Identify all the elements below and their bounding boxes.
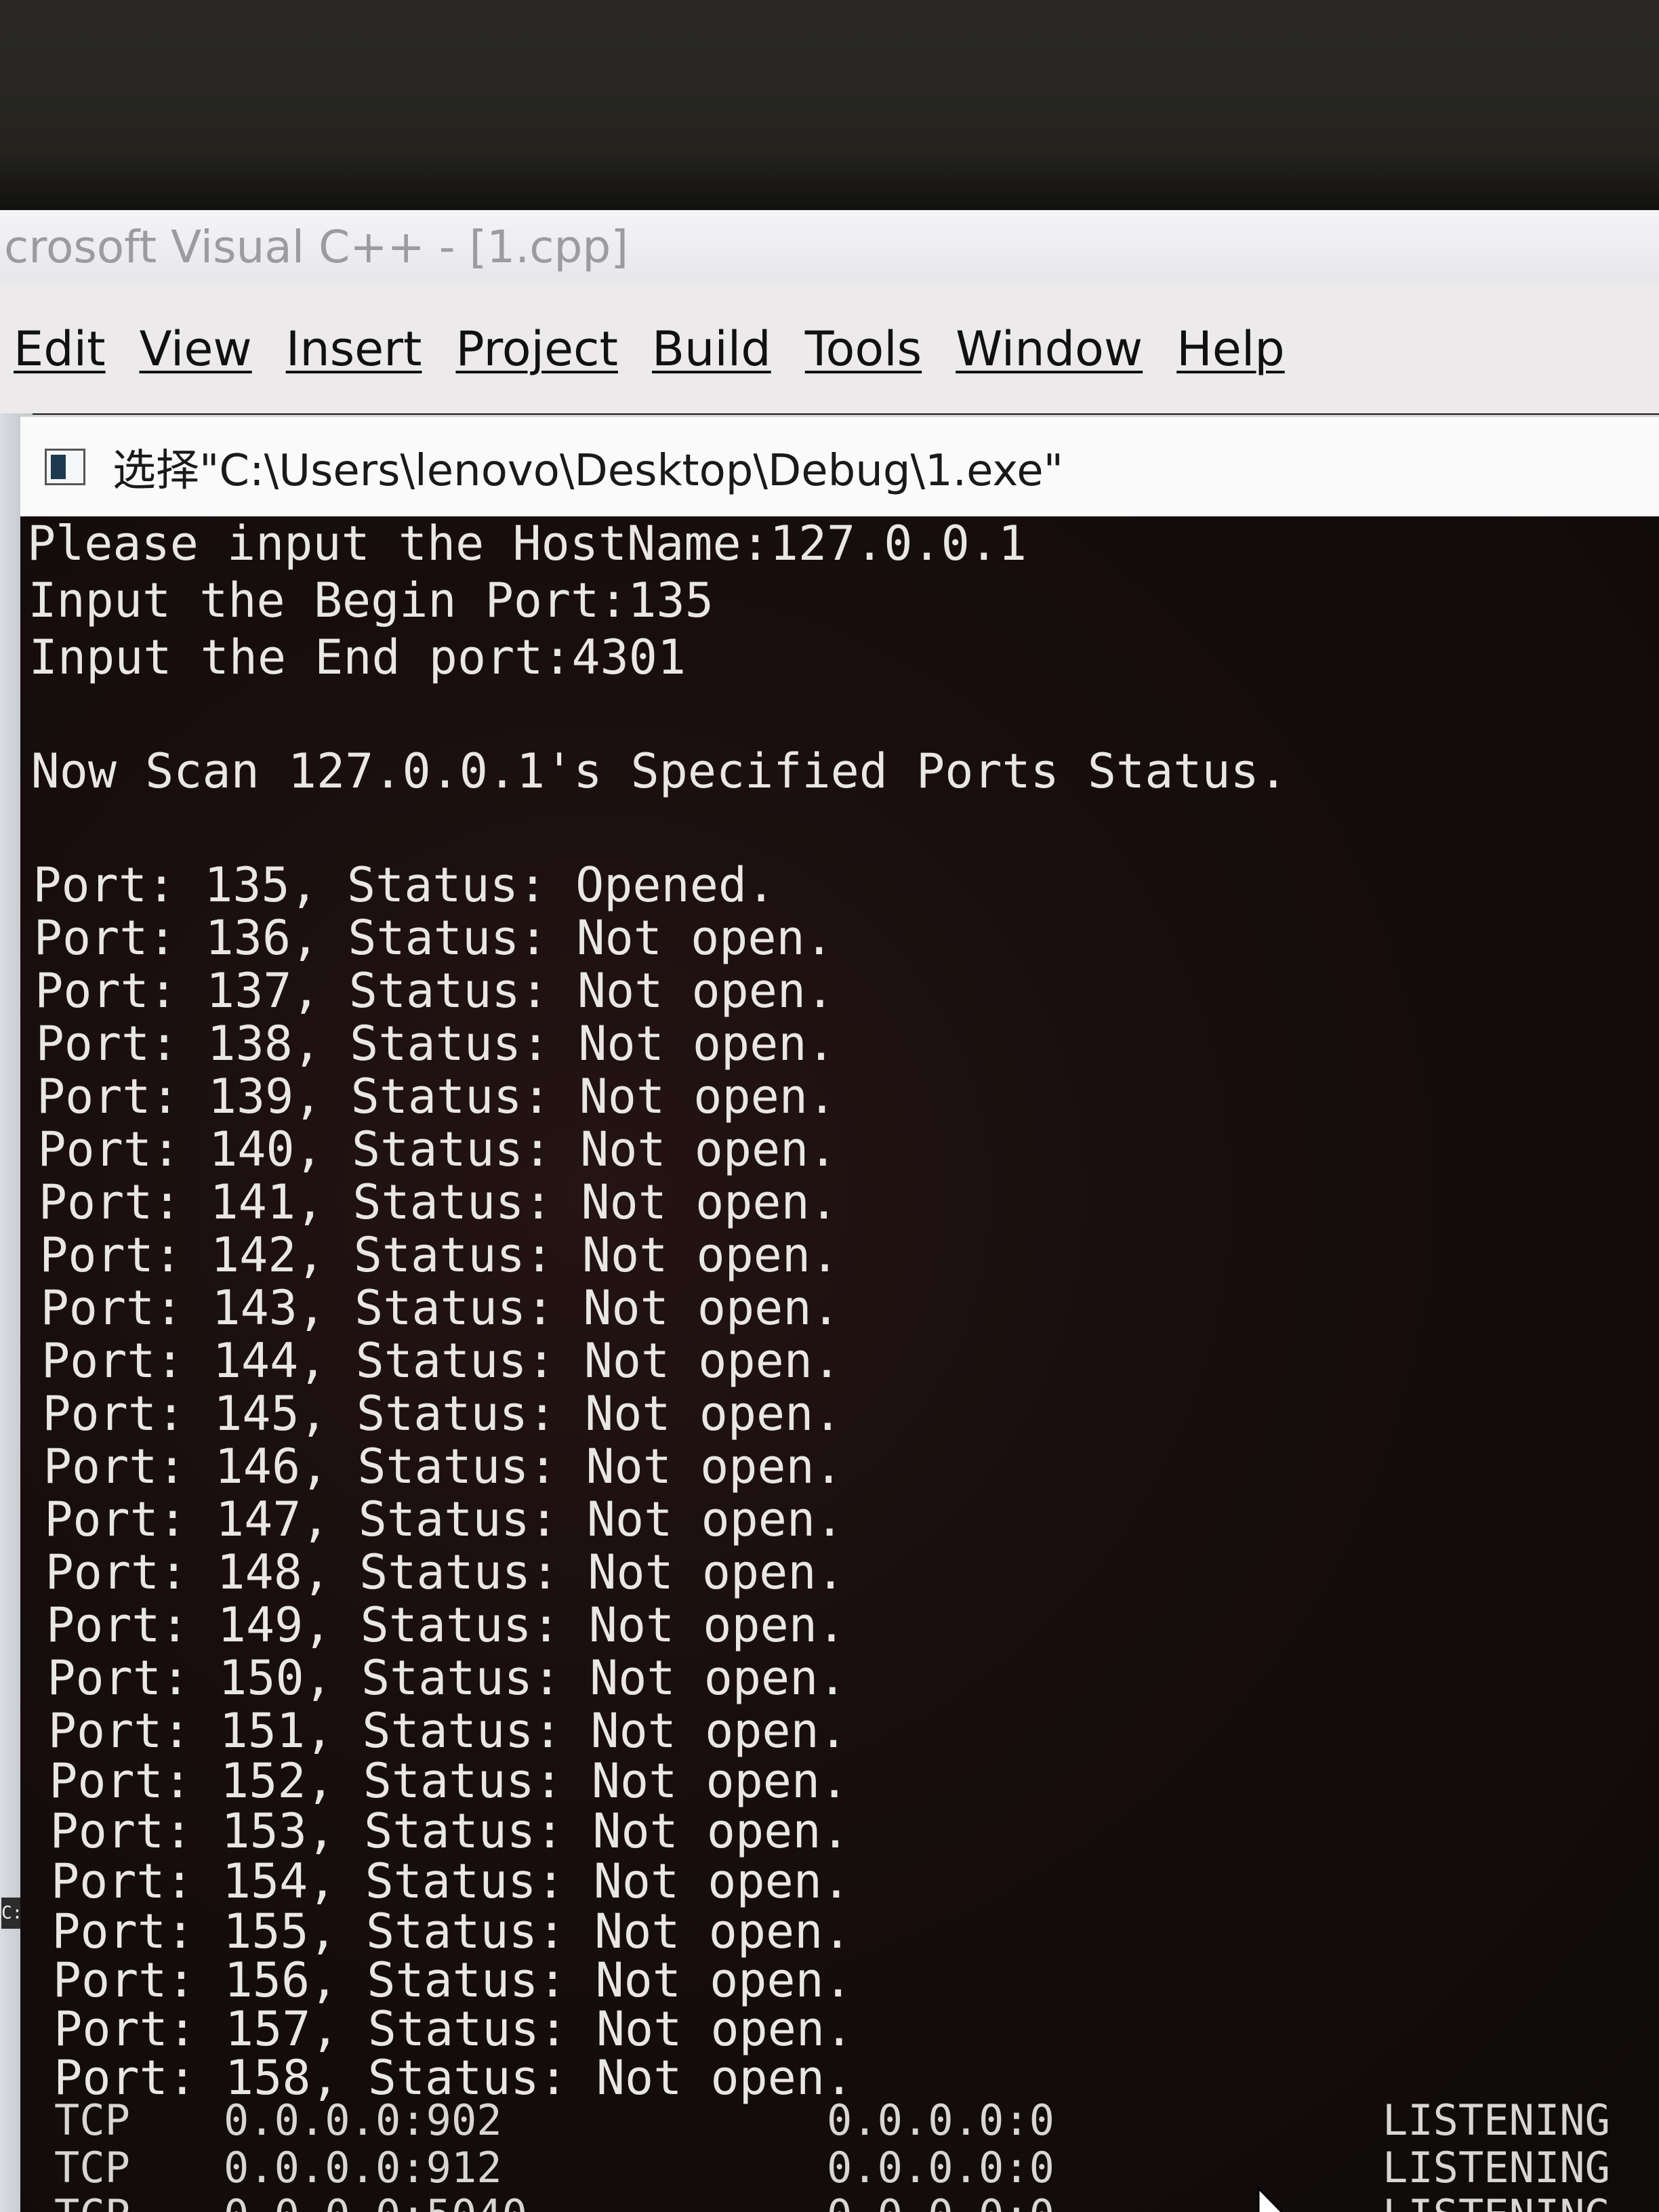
menu-view[interactable]: View [140,321,271,377]
ide-window-title: crosoft Visual C++ - [1.cpp] [4,221,629,273]
port-status-line: Port: 150, Status: Not open. [47,1650,847,1706]
monitor-bezel [0,0,1659,210]
netstat-foreign-address: 0.0.0.0:0 [827,2143,1054,2192]
port-status-line: Port: 141, Status: Not open. [38,1174,838,1230]
netstat-local-address: 0.0.0.0:5040 [224,2192,527,2212]
netstat-local-address: 0.0.0.0:902 [224,2095,502,2145]
menu-insert[interactable]: Insert [286,321,441,377]
console-output[interactable]: Please input the HostName:127.0.0.1 Input… [20,516,1659,2212]
netstat-proto: TCP [54,2095,130,2145]
menu-tools[interactable]: Tools [805,321,941,377]
console-prompt-line: Input the End port:4301 [28,630,687,685]
console-title-bar[interactable]: 选择"C:\Users\lenovo\Desktop\Debug\1.exe" [20,415,1659,516]
port-status-line: Port: 137, Status: Not open. [35,963,835,1019]
console-prompt-line: Input the Begin Port:135 [28,573,714,628]
netstat-row: TCP 0.0.0.0:5040 0.0.0.0:0 LISTENING [54,2192,1654,2212]
netstat-state: LISTENING [1382,2143,1610,2192]
netstat-proto: TCP [54,2192,130,2212]
port-status-line: Port: 157, Status: Not open. [54,2001,854,2057]
netstat-state: LISTENING [1382,2095,1610,2145]
port-status-line: Port: 151, Status: Not open. [47,1703,848,1759]
netstat-row: TCP 0.0.0.0:902 0.0.0.0:0 LISTENING [54,2097,1654,2144]
console-app-icon [45,448,85,485]
console-window-title: 选择"C:\Users\lenovo\Desktop\Debug\1.exe" [112,445,1064,496]
port-status-line: Port: 144, Status: Not open. [41,1333,842,1389]
menu-project[interactable]: Project [455,321,637,377]
port-status-line: Port: 138, Status: Not open. [35,1016,836,1071]
console-prompt-line: Please input the HostName:127.0.0.1 [27,516,1027,571]
netstat-foreign-address: 0.0.0.0:0 [827,2095,1054,2145]
port-status-line: Port: 154, Status: Not open. [51,1853,851,1909]
netstat-local-address: 0.0.0.0:912 [224,2143,502,2192]
ide-title-bar: crosoft Visual C++ - [1.cpp] [0,210,1659,285]
port-status-line: Port: 148, Status: Not open. [45,1544,845,1600]
console-prompt-line: Now Scan 127.0.0.1's Specified Ports Sta… [30,743,1288,799]
port-status-line: Port: 156, Status: Not open. [52,1952,853,2008]
menu-edit[interactable]: Edit [14,321,125,377]
netstat-foreign-address: 0.0.0.0:0 [827,2192,1054,2212]
menu-window[interactable]: Window [956,321,1162,377]
port-status-line: Port: 135, Status: Opened. [33,857,776,913]
port-status-line: Port: 147, Status: Not open. [44,1492,844,1547]
port-status-line: Port: 142, Status: Not open. [39,1227,840,1283]
ide-menu-bar: Edit View Insert Project Build Tools Win… [0,285,1659,413]
port-status-line: Port: 152, Status: Not open. [49,1753,849,1809]
port-status-line: Port: 155, Status: Not open. [52,1904,852,1959]
port-status-line: Port: 145, Status: Not open. [42,1386,842,1441]
port-status-line: Port: 143, Status: Not open. [40,1280,840,1336]
netstat-state: LISTENING [1382,2192,1610,2212]
netstat-proto: TCP [54,2143,130,2192]
menu-build[interactable]: Build [652,321,790,377]
port-status-line: Port: 140, Status: Not open. [37,1122,838,1177]
netstat-row: TCP 0.0.0.0:912 0.0.0.0:0 LISTENING [54,2144,1654,2192]
port-status-line: Port: 136, Status: Not open. [33,910,834,966]
port-status-line: Port: 149, Status: Not open. [46,1597,846,1653]
port-status-line: Port: 139, Status: Not open. [37,1069,837,1124]
port-status-line: Port: 146, Status: Not open. [43,1439,843,1494]
port-status-line: Port: 153, Status: Not open. [49,1803,850,1859]
menu-help[interactable]: Help [1176,321,1304,377]
